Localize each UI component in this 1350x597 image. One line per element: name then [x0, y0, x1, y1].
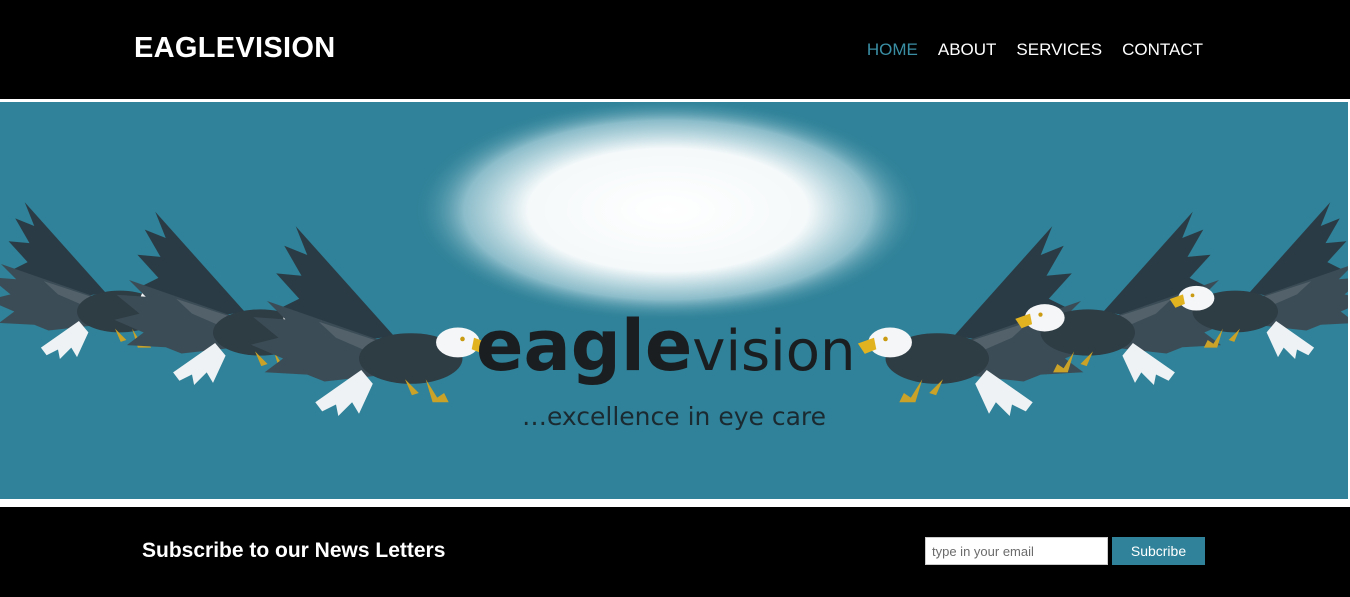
spotlight-glow — [413, 102, 923, 322]
site-logo[interactable]: EAGLEVISION — [134, 34, 336, 63]
page: EAGLEVISION HOME ABOUT SERVICES CONTACT — [0, 0, 1350, 597]
hero-tagline-wrap: …excellence in eye care — [0, 402, 1348, 431]
email-input[interactable] — [925, 537, 1108, 565]
nav-home-link[interactable]: HOME — [867, 41, 918, 58]
hero-illustration: eaglevision — [0, 102, 1348, 499]
newsletter-title: Subscribe to our News Letters — [142, 539, 446, 562]
top-navbar: EAGLEVISION HOME ABOUT SERVICES CONTACT — [0, 0, 1350, 99]
main-nav: HOME ABOUT SERVICES CONTACT — [867, 41, 1203, 58]
newsletter-bar: Subscribe to our News Letters Subcribe — [0, 507, 1350, 597]
hero-tagline: …excellence in eye care — [521, 402, 827, 431]
nav-about-link[interactable]: ABOUT — [938, 41, 997, 58]
nav-contact-link[interactable]: CONTACT — [1122, 41, 1203, 58]
subscribe-button[interactable]: Subcribe — [1112, 537, 1205, 565]
nav-services-link[interactable]: SERVICES — [1016, 41, 1102, 58]
hero-banner: eaglevision …excellence in eye care — [0, 102, 1348, 499]
